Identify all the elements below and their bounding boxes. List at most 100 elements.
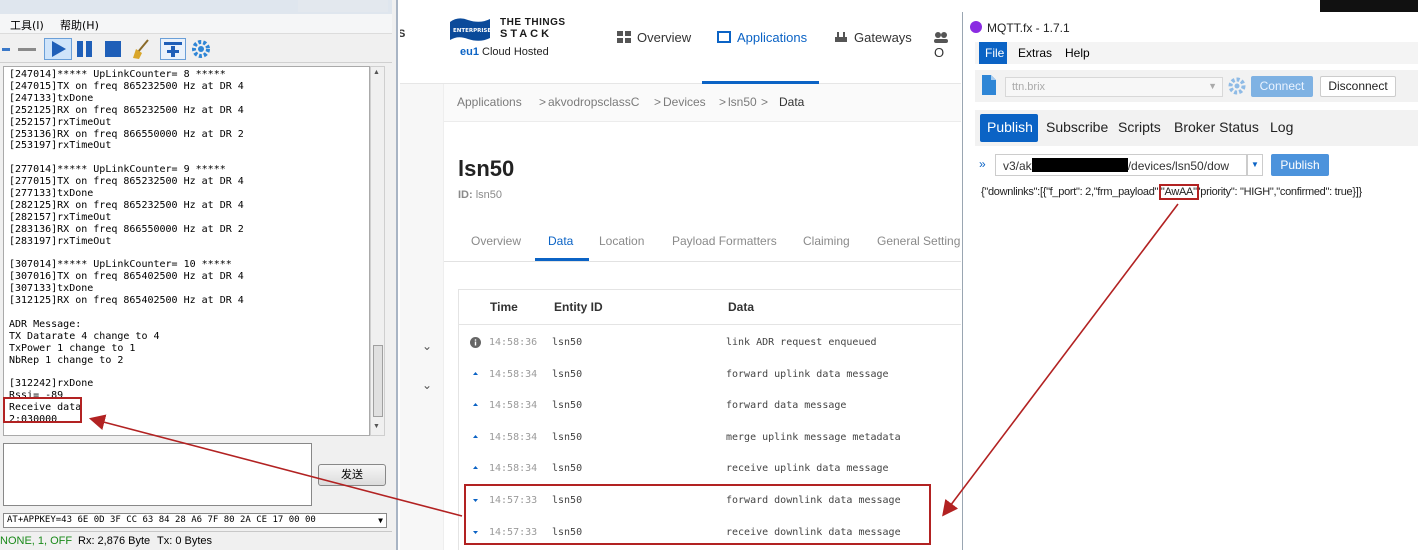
grid-icon (617, 31, 631, 43)
table-row[interactable]: 14:58:34 lsn50 forward data message (459, 390, 961, 421)
broom-icon[interactable] (130, 38, 152, 60)
connect-button[interactable]: Connect (1251, 76, 1313, 97)
chevron-down-icon[interactable]: ▼ (1247, 154, 1263, 176)
nav-organizations[interactable]: O (934, 30, 961, 60)
crumb-sep: > (761, 95, 769, 109)
device-id: ID: lsn50 (458, 189, 503, 201)
table-row[interactable]: 14:58:34 lsn50 forward uplink data message (459, 359, 961, 390)
publish-button[interactable]: Publish (1271, 154, 1329, 176)
terminal-line: [253197]rxTimeOut (9, 140, 112, 152)
status-port: NONE, 1, OFF (0, 535, 73, 547)
terminal-line: [247015]TX on freq 865232500 Hz at DR 4 (9, 80, 244, 92)
col-entity[interactable]: Entity ID (554, 300, 603, 314)
connection-profile-select[interactable]: ttn.brix ▼ (1005, 77, 1223, 97)
crumb-device[interactable]: lsn50 (728, 95, 757, 109)
table-row[interactable]: 14:58:34 lsn50 receive uplink data message (459, 453, 961, 484)
background-strip (1320, 0, 1418, 12)
menu-tools[interactable]: 工具(I) (10, 17, 44, 33)
breadcrumb: Applications > akvodropsclassC > Devices… (444, 84, 961, 122)
pause-icon[interactable] (74, 38, 96, 60)
chevron-down-icon[interactable]: ▼ (378, 514, 383, 527)
serial-terminal-window: 工具(I) 帮助(H) [247014]***** UpLinkCounter=… (0, 0, 398, 550)
serial-statusbar: NONE, 1, OFF Rx: 2,876 Byte Tx: 0 Bytes (0, 531, 392, 550)
disconnect-button[interactable]: Disconnect (1320, 76, 1396, 97)
table-row[interactable]: 14:58:36 lsn50 link ADR request enqueued (459, 327, 961, 358)
window-title: MQTT.fx - 1.7.1 (987, 21, 1070, 35)
nav-applications[interactable]: Applications (717, 30, 807, 45)
tab-subscribe[interactable]: Subscribe (1046, 119, 1108, 135)
terminal-output[interactable]: [247014]***** UpLinkCounter= 8 ***** [247… (3, 66, 370, 436)
crumb-applications[interactable]: Applications (457, 95, 522, 109)
menu-help[interactable]: 帮助(H) (60, 17, 99, 33)
terminal-line: [247133]txDone (9, 92, 94, 104)
terminal-line: [282157]rxTimeOut (9, 211, 112, 223)
row-entity: lsn50 (552, 368, 583, 380)
tab-log[interactable]: Log (1270, 119, 1293, 135)
terminal-line: ADR Message: (9, 318, 82, 330)
scroll-thumb[interactable] (373, 345, 383, 417)
payload-editor[interactable]: {"downlinks":[{"f_port": 2,"frm_payload"… (981, 184, 1362, 200)
row-time: 14:58:36 (489, 337, 538, 348)
terminal-line: NbRep 1 change to 2 (9, 354, 124, 366)
tab-broker-status[interactable]: Broker Status (1174, 119, 1259, 135)
screenshot-root: 工具(I) 帮助(H) [247014]***** UpLinkCounter=… (0, 0, 1418, 550)
play-icon[interactable] (44, 38, 72, 60)
terminal-line: [307014]***** UpLinkCounter= 10 ***** (9, 259, 232, 271)
gear-icon[interactable] (1227, 76, 1247, 96)
menu-file[interactable]: File (979, 42, 1007, 64)
tab-publish[interactable]: Publish (980, 114, 1038, 142)
row-entity: lsn50 (552, 431, 583, 443)
col-time[interactable]: Time (490, 300, 518, 314)
col-data[interactable]: Data (728, 300, 754, 314)
tab-location[interactable]: Location (599, 234, 644, 248)
terminal-line: [252125]RX on freq 865232500 Hz at DR 4 (9, 104, 244, 116)
brand-badge: ENTERPRISE (453, 28, 491, 34)
info-icon (470, 337, 481, 348)
region-label: eu1 Cloud Hosted (460, 46, 549, 58)
terminal-line: [312242]rxDone (9, 378, 94, 390)
nav-gateways[interactable]: Gateways (834, 30, 912, 45)
terminal-line: [282125]RX on freq 865232500 Hz at DR 4 (9, 199, 244, 211)
terminal-line: [277133]txDone (9, 188, 94, 199)
arrow-icon[interactable] (2, 38, 16, 60)
brand-line2: STACK (500, 28, 553, 40)
table-row[interactable]: 14:58:34 lsn50 merge uplink message metada… (459, 422, 961, 453)
scroll-up-icon[interactable]: ▲ (373, 69, 380, 76)
nav-overview[interactable]: Overview (617, 30, 691, 45)
scroll-down-icon[interactable]: ▼ (373, 423, 380, 430)
document-icon[interactable] (981, 74, 997, 96)
stop-icon[interactable] (102, 38, 124, 60)
tab-payload-formatters[interactable]: Payload Formatters (672, 234, 777, 248)
expand-icon[interactable]: » (979, 157, 986, 171)
crumb-application[interactable]: akvodropsclassC (548, 95, 639, 109)
minus-icon[interactable] (16, 38, 38, 60)
tab-scripts[interactable]: Scripts (1118, 119, 1161, 135)
command-select-value: AT+APPKEY=43 6E 0D 3F CC 63 84 28 A6 7F … (7, 515, 316, 525)
add-window-icon[interactable] (160, 38, 186, 60)
terminal-line: [277014]***** UpLinkCounter= 9 ***** (9, 164, 226, 176)
region: eu1 (460, 46, 479, 58)
topic-input[interactable]: v3/ak/devices/lsn50/dow (995, 154, 1247, 176)
gear-icon[interactable] (190, 38, 212, 60)
arrow-up-icon (473, 371, 478, 375)
command-select[interactable]: AT+APPKEY=43 6E 0D 3F CC 63 84 28 A6 7F … (3, 513, 387, 528)
menu-help[interactable]: Help (1065, 46, 1090, 60)
arrow-up-icon (473, 403, 478, 407)
chevron-down-icon[interactable]: ⌄ (422, 378, 432, 392)
chevron-down-icon[interactable]: ▼ (1208, 81, 1217, 91)
tab-claiming[interactable]: Claiming (803, 234, 850, 248)
tab-overview[interactable]: Overview (471, 234, 521, 248)
send-text-input[interactable] (3, 443, 312, 506)
terminal-line: [283136]RX on freq 866550000 Hz at DR 2 (9, 223, 244, 235)
chevron-down-icon[interactable]: ⌄ (422, 339, 432, 353)
payload-pre: {"downlinks":[{"f_port": 2,"frm_payload"… (981, 186, 1161, 198)
tab-general-settings[interactable]: General Setting (877, 234, 960, 248)
menu-extras[interactable]: Extras (1018, 46, 1052, 60)
hosting: Cloud Hosted (482, 46, 549, 58)
tab-data[interactable]: Data (548, 234, 573, 248)
terminal-scrollbar[interactable]: ▲ ▼ (370, 66, 385, 436)
terminal-line: [312125]RX on freq 865402500 Hz at DR 4 (9, 295, 244, 307)
crumb-devices[interactable]: Devices (663, 95, 706, 109)
send-button[interactable]: 发送 (318, 464, 386, 486)
applications-icon (717, 31, 731, 43)
